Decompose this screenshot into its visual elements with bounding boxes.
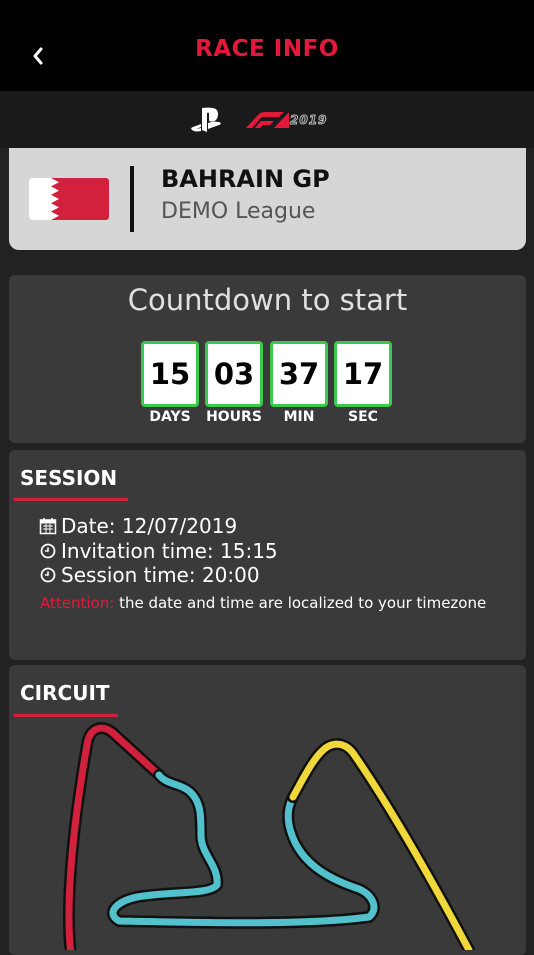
session-date-row: Date: 12/07/2019 [39, 514, 237, 538]
timezone-notice: Attention: the date and time are localiz… [40, 594, 500, 613]
circuit-title: CIRCUIT [20, 681, 110, 705]
page-title: RACE INFO [195, 36, 339, 62]
countdown-days-value: 15 [141, 341, 199, 407]
session-date: Date: 12/07/2019 [61, 514, 238, 538]
circuit-map [63, 722, 475, 950]
circuit-panel: CIRCUIT [9, 665, 526, 955]
session-underline [14, 498, 128, 501]
bahrain-flag-icon [29, 178, 109, 220]
session-title: SESSION [20, 466, 118, 490]
countdown-sec-value: 17 [334, 341, 392, 407]
countdown-panel: Countdown to start 15 03 37 17 DAYS HOUR… [9, 275, 526, 443]
invitation-time-row: Invitation time: 15:15 [39, 539, 278, 563]
card-divider [130, 166, 134, 232]
race-card: BAHRAIN GP DEMO League [9, 148, 526, 250]
league-name: DEMO League [161, 199, 316, 224]
session-time: Session time: 20:00 [61, 563, 260, 587]
countdown-hours-value: 03 [205, 341, 263, 407]
attention-text: the date and time are localized to your … [114, 594, 487, 612]
attention-label: Attention: [40, 594, 115, 612]
playstation-logo-icon [191, 107, 221, 132]
session-time-row: Session time: 20:00 [39, 563, 260, 587]
f1-logo-icon [246, 112, 289, 128]
countdown-min-value: 37 [270, 341, 328, 407]
countdown-title: Countdown to start [127, 283, 408, 317]
clock-icon [40, 567, 56, 583]
clock-icon [40, 543, 56, 559]
invitation-time: Invitation time: 15:15 [61, 539, 278, 563]
calendar-icon [39, 518, 57, 535]
brand-year: 2019 [289, 113, 328, 128]
app-header: RACE INFO [0, 0, 534, 91]
race-name: BAHRAIN GP [161, 165, 330, 193]
countdown-sec-label: SEC [348, 409, 378, 425]
session-panel: SESSION Date: 12/07/2019 Invitation time… [9, 450, 526, 660]
